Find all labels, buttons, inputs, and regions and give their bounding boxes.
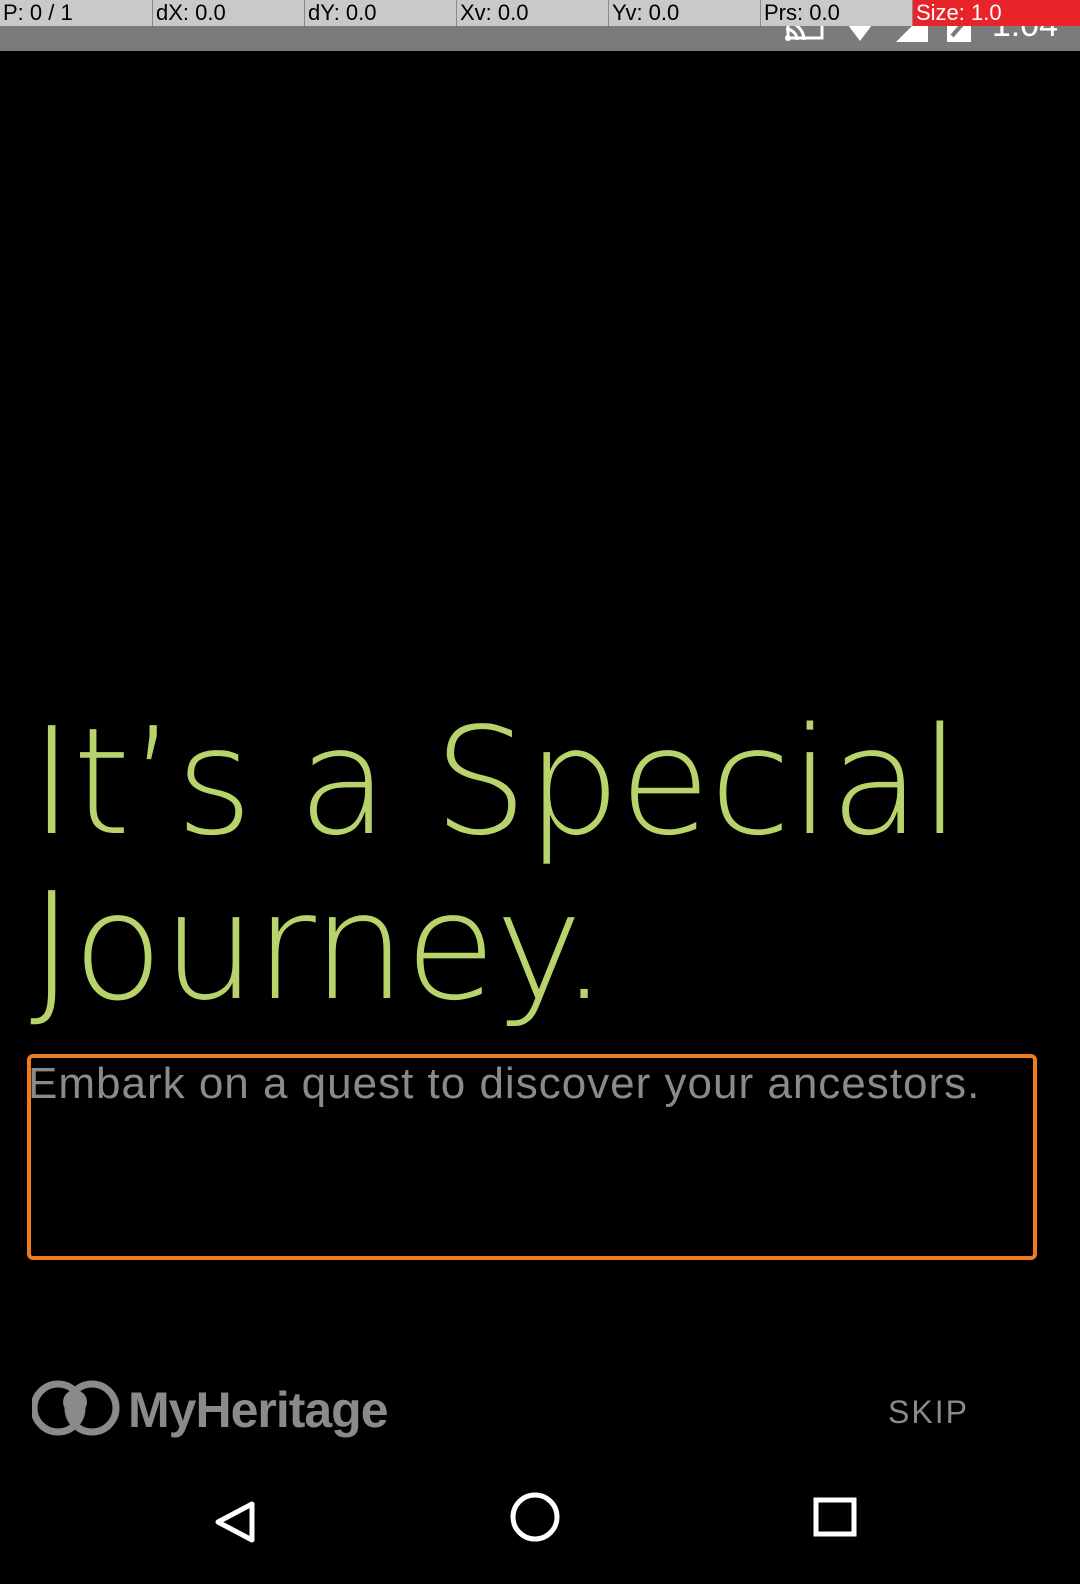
home-button[interactable] (500, 1488, 570, 1558)
skip-button[interactable]: SKIP (888, 1394, 969, 1431)
pointer-dx: dX: 0.0 (152, 0, 304, 26)
logo-wordmark: MyHeritage (128, 1382, 389, 1438)
onboarding-description: Embark on a quest to discover your ances… (28, 1059, 981, 1108)
back-icon (200, 1501, 270, 1562)
back-button[interactable] (200, 1488, 270, 1558)
recents-button[interactable] (800, 1488, 870, 1558)
pointer-location-overlay: P: 0 / 1 dX: 0.0 dY: 0.0 Xv: 0.0 Yv: 0.0… (0, 0, 1080, 26)
pointer-dy: dY: 0.0 (304, 0, 456, 26)
navigation-bar (0, 1460, 1080, 1584)
pointer-xv: Xv: 0.0 (456, 0, 608, 26)
pointer-count: P: 0 / 1 (3, 0, 73, 25)
home-icon (500, 1492, 570, 1562)
pointer-yv: Yv: 0.0 (608, 0, 760, 26)
pointer-pressure: Prs: 0.0 (760, 0, 912, 26)
myheritage-logo: MyHeritage (30, 1378, 389, 1443)
myheritage-tree-icon (30, 1378, 122, 1443)
onboarding-headline: It’s a Special Journey. (30, 696, 961, 1033)
recents-icon (800, 1497, 870, 1562)
pointer-size: Size: 1.0 (912, 0, 1080, 26)
